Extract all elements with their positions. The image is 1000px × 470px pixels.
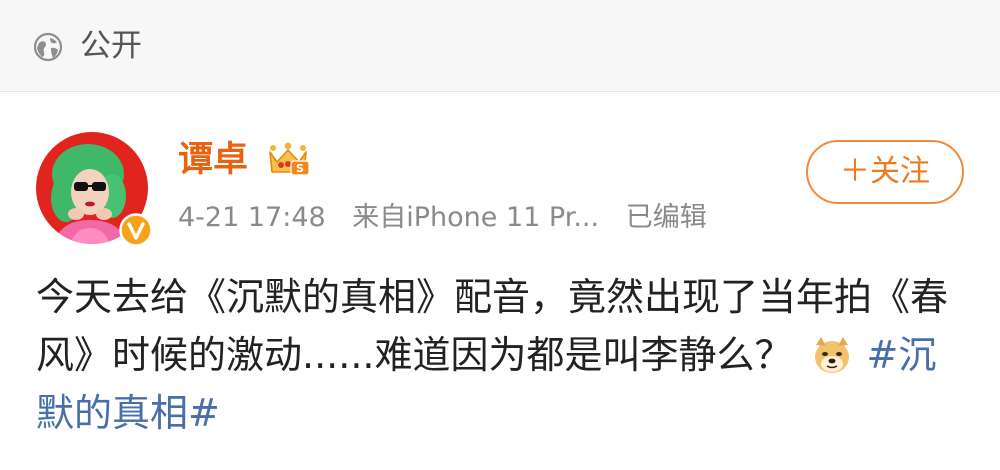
post-time: 4-21 17:48 xyxy=(178,202,326,233)
doge-emoji-icon xyxy=(815,337,850,373)
crown-icon[interactable]: S xyxy=(263,142,313,178)
author-name[interactable]: 谭卓 xyxy=(178,138,248,182)
post-body-text: 今天去给《沉默的真相》配音，竟然出现了当年拍《春风》时候的激动......难道因… xyxy=(36,275,949,377)
verified-icon xyxy=(119,213,153,247)
edited-label[interactable]: 已编辑 xyxy=(626,202,707,233)
svg-text:S: S xyxy=(296,162,304,175)
post-content: 今天去给《沉默的真相》配音，竟然出现了当年拍《春风》时候的激动......难道因… xyxy=(36,268,966,442)
visibility-bar: 公开 xyxy=(0,0,1000,92)
author-avatar[interactable] xyxy=(36,132,153,247)
follow-button[interactable]: ＋关注 xyxy=(806,140,964,204)
post-meta: 4-21 17:48 来自iPhone 11 Pr... 已编辑 xyxy=(178,200,725,236)
visibility-label: 公开 xyxy=(80,28,142,64)
globe-icon xyxy=(33,32,63,62)
post-source: 来自iPhone 11 Pr... xyxy=(352,202,600,233)
weibo-post: 谭卓 S 4-21 17:48 来自iPhone 11 Pr... 已编辑 ＋关… xyxy=(0,92,1000,470)
